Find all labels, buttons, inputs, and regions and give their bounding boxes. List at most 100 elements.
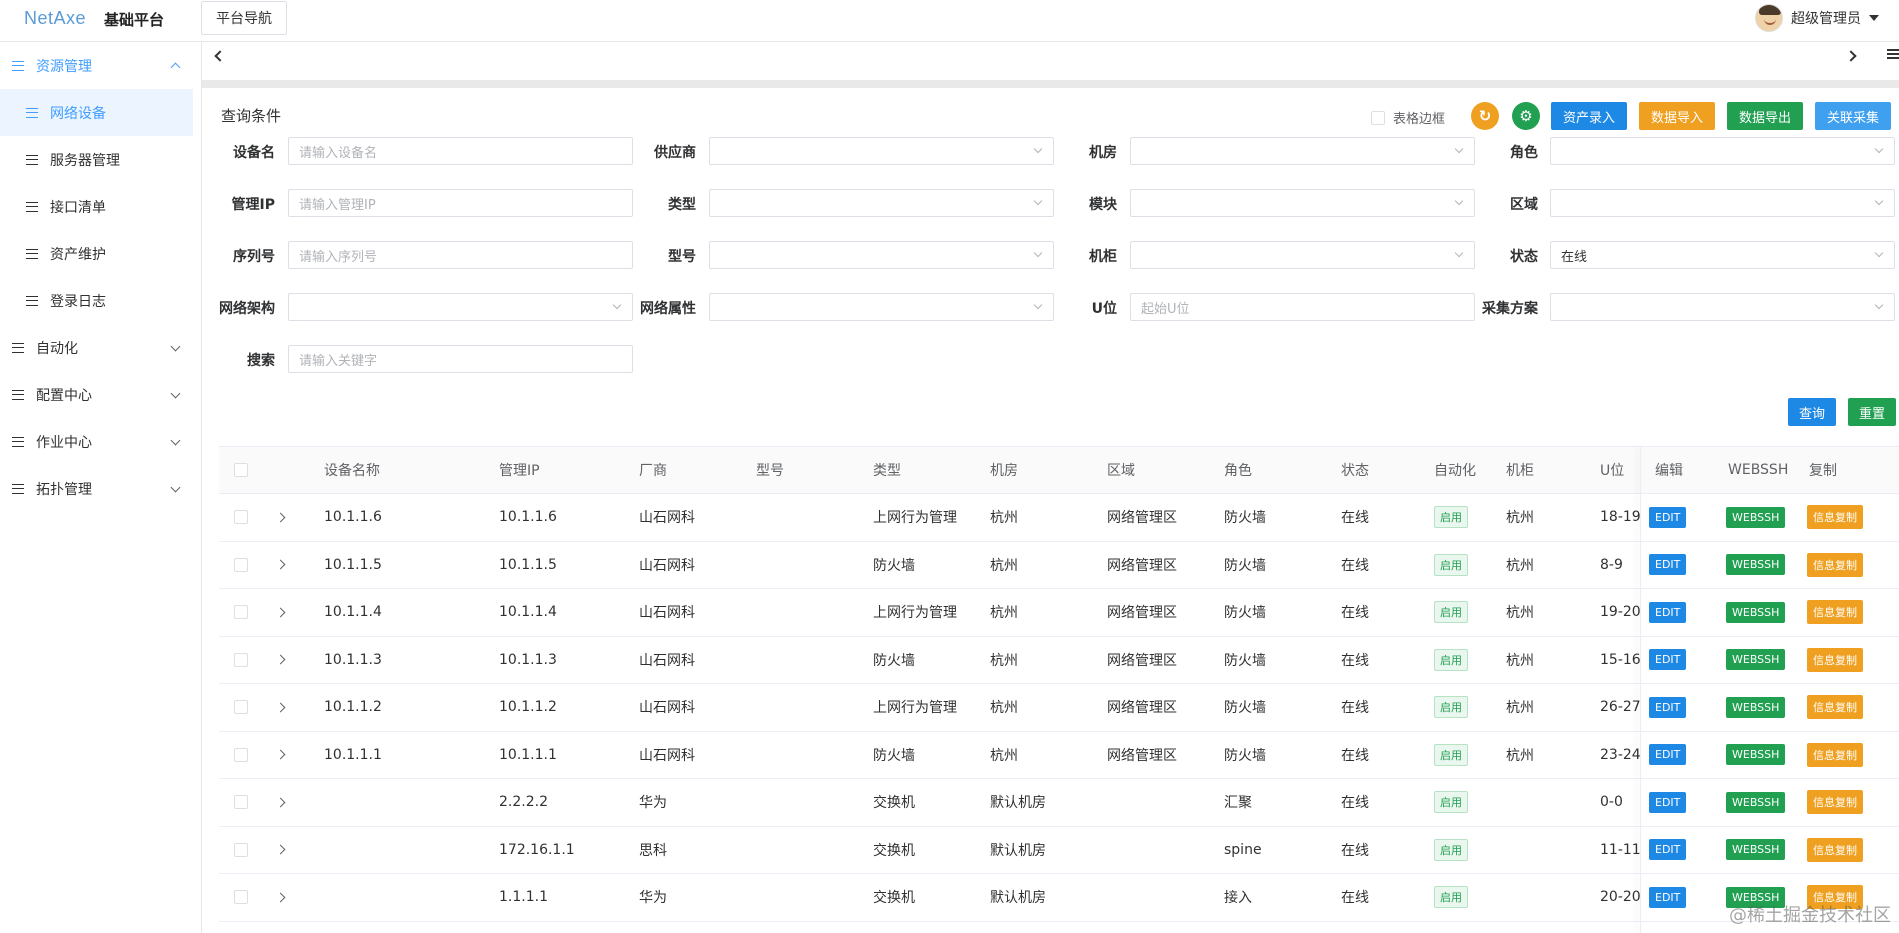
webssh-button[interactable]: WEBSSH [1726,649,1786,671]
edit-button[interactable]: EDIT [1649,791,1687,813]
expand-row[interactable] [275,542,286,589]
menu-icon[interactable] [1887,49,1899,59]
col-automation[interactable]: 自动化 [1434,447,1476,493]
expand-row[interactable] [275,827,286,874]
table-row[interactable]: 10.1.1.6 10.1.1.6 山石网科 上网行为管理 杭州 网络管理区 防火墙 在线 杭州… [219,494,1899,542]
caret-down-icon[interactable] [1869,15,1879,21]
checkbox[interactable] [234,842,248,857]
copy-info-button[interactable]: 信息复制 [1807,647,1863,672]
rack-select[interactable] [1130,241,1475,269]
webssh-button[interactable]: WEBSSH [1726,696,1786,718]
edit-button[interactable]: EDIT [1649,744,1687,766]
expand-row[interactable] [275,637,286,684]
webssh-button[interactable]: WEBSSH [1726,554,1786,576]
table-row[interactable]: 1.1.1.1 华为 交换机 默认机房 接入 在线 20-20 启用 EDIT WEBSSH 信息复… [219,874,1899,922]
webssh-button[interactable]: WEBSSH [1726,744,1786,766]
chevron-right-icon[interactable] [275,654,286,665]
col-vendor[interactable]: 厂商 [639,447,667,493]
type-select[interactable] [709,189,1054,217]
area-select[interactable] [1550,189,1895,217]
sidebar-item-asset-maint[interactable]: 资产维护 [0,230,201,277]
table-row[interactable]: 10.1.1.4 10.1.1.4 山石网科 上网行为管理 杭州 网络管理区 防火墙 在线 杭州… [219,589,1899,637]
expand-row[interactable] [275,874,286,921]
row-checkbox[interactable] [234,637,248,684]
copy-info-button[interactable]: 信息复制 [1807,790,1863,815]
edit-button[interactable]: EDIT [1649,649,1687,671]
table-row[interactable]: 10.1.1.2 10.1.1.2 山石网科 上网行为管理 杭州 网络管理区 防火墙 在线 杭州… [219,684,1899,732]
refresh-icon[interactable]: ↻ [1471,102,1499,130]
chevron-right-icon[interactable] [275,559,286,570]
col-rack[interactable]: 机柜 [1506,447,1534,493]
row-checkbox[interactable] [234,732,248,779]
col-status[interactable]: 状态 [1341,447,1369,493]
table-row[interactable]: 172.16.1.1 思科 交换机 默认机房 spine 在线 11-11 启用 EDIT WEB… [219,826,1899,874]
chevron-left-icon[interactable] [214,50,226,62]
webssh-button[interactable]: WEBSSH [1726,791,1786,813]
assoc-collect-button[interactable]: 关联采集 [1815,102,1891,130]
col-u-pos[interactable]: U位 [1600,447,1624,493]
sidebar-group-resource[interactable]: 资源管理 [0,42,201,89]
sidebar-group-topology[interactable]: 拓扑管理 [0,465,201,512]
expand-row[interactable] [275,684,286,731]
platform-nav-button[interactable]: 平台导航 [201,1,287,35]
chevron-right-icon[interactable] [275,749,286,760]
copy-info-button[interactable]: 信息复制 [1807,552,1863,577]
chevron-right-icon[interactable] [275,797,286,808]
expand-row[interactable] [275,494,286,541]
edit-button[interactable]: EDIT [1649,886,1687,908]
data-import-button[interactable]: 数据导入 [1639,102,1715,130]
checkbox[interactable] [234,510,248,525]
user-menu[interactable]: 超级管理员 [1755,4,1879,32]
keyword-input[interactable]: 请输入关键字 [288,345,633,373]
sidebar-item-network-device[interactable]: 网络设备 [0,89,193,136]
col-room[interactable]: 机房 [990,447,1018,493]
row-checkbox[interactable] [234,542,248,589]
sidebar-group-automation[interactable]: 自动化 [0,324,201,371]
expand-row[interactable] [275,589,286,636]
select-all-checkbox[interactable] [234,447,248,493]
net-attr-select[interactable] [709,293,1054,321]
row-checkbox[interactable] [234,779,248,826]
chevron-right-icon[interactable] [275,844,286,855]
table-border-toggle[interactable]: 表格边框 [1371,108,1445,127]
room-select[interactable] [1130,137,1475,165]
row-checkbox[interactable] [234,874,248,921]
checkbox[interactable] [234,557,248,572]
u-pos-input[interactable]: 起始U位 [1130,293,1475,321]
col-area[interactable]: 区域 [1107,447,1135,493]
chevron-right-icon[interactable] [1845,50,1857,62]
checkbox[interactable] [234,463,248,477]
copy-info-button[interactable]: 信息复制 [1807,837,1863,862]
col-type[interactable]: 类型 [873,447,901,493]
search-button[interactable]: 查询 [1788,398,1836,426]
col-model[interactable]: 型号 [756,447,784,493]
serial-input[interactable]: 请输入序列号 [288,241,633,269]
sidebar-item-server[interactable]: 服务器管理 [0,136,201,183]
mgmt-ip-input[interactable]: 请输入管理IP [288,189,633,217]
gear-icon[interactable]: ⚙ [1512,102,1540,130]
avatar[interactable] [1755,4,1783,32]
webssh-button[interactable]: WEBSSH [1726,601,1786,623]
copy-info-button[interactable]: 信息复制 [1807,742,1863,767]
row-checkbox[interactable] [234,827,248,874]
chevron-right-icon[interactable] [275,512,286,523]
table-row[interactable]: 10.1.1.5 10.1.1.5 山石网科 防火墙 杭州 网络管理区 防火墙 在线 杭州 8-9… [219,541,1899,589]
sidebar-group-job[interactable]: 作业中心 [0,418,201,465]
checkbox[interactable] [234,890,248,905]
col-mgmt-ip[interactable]: 管理IP [499,447,540,493]
table-row[interactable]: 10.1.1.3 10.1.1.3 山石网科 防火墙 杭州 网络管理区 防火墙 在线 杭州 15-… [219,636,1899,684]
checkbox[interactable] [234,652,248,667]
row-checkbox[interactable] [234,494,248,541]
user-name[interactable]: 超级管理员 [1791,8,1861,28]
data-export-button[interactable]: 数据导出 [1727,102,1803,130]
checkbox[interactable] [234,747,248,762]
row-checkbox[interactable] [234,684,248,731]
sidebar-item-login-log[interactable]: 登录日志 [0,277,201,324]
asset-entry-button[interactable]: 资产录入 [1551,102,1627,130]
copy-info-button[interactable]: 信息复制 [1807,600,1863,625]
edit-button[interactable]: EDIT [1649,601,1687,623]
expand-row[interactable] [275,732,286,779]
webssh-button[interactable]: WEBSSH [1726,839,1786,861]
col-device-name[interactable]: 设备名称 [324,447,380,493]
checkbox[interactable] [234,605,248,620]
